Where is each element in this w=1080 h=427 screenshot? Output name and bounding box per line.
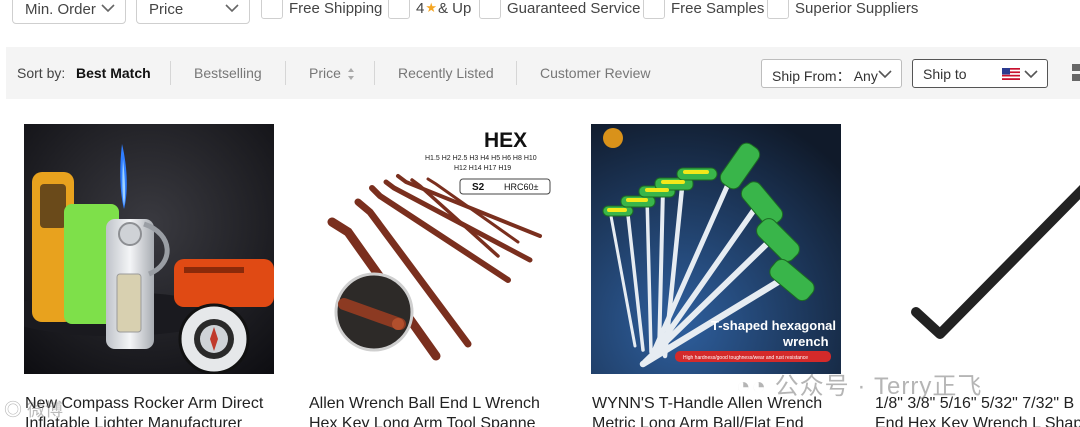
brand-logo-icon: [603, 128, 623, 148]
product-card[interactable]: New Compass Rocker Arm Direct Inflatable…: [24, 124, 274, 427]
image-badge-s2: S2: [472, 182, 485, 193]
product-image[interactable]: [24, 124, 274, 374]
chevron-down-icon: [878, 70, 892, 79]
image-caption-line2: wrench: [782, 334, 829, 349]
image-sizes-line2: H12 H14 H17 H19: [454, 165, 511, 172]
sort-by-label: Sort by:: [17, 65, 66, 81]
weibo-icon: ◎: [4, 400, 22, 420]
free-samples-filter[interactable]: Free Samples: [643, 0, 764, 24]
sort-customer-review[interactable]: Customer Review: [540, 65, 650, 81]
weibo-watermark-text: 微博: [27, 400, 64, 420]
free-shipping-label: Free Shipping: [289, 0, 383, 17]
product-card[interactable]: 1/8" 3/8" 5/16" 5/32" 7/32" B End Hex Ke…: [874, 124, 1080, 427]
chevron-down-icon: [225, 4, 239, 13]
product-title[interactable]: Allen Wrench Ball End L Wrench Hex Key L…: [309, 394, 579, 427]
ship-from-select[interactable]: Ship From： Any: [761, 59, 902, 88]
min-order-label: Min. Order: [25, 1, 96, 18]
guaranteed-service-label: Guaranteed Service: [507, 0, 641, 17]
product-title-line1: New Compass Rocker Arm Direct: [25, 395, 264, 412]
image-hex-text: HEX: [484, 129, 527, 152]
product-title[interactable]: New Compass Rocker Arm Direct Inflatable…: [25, 394, 295, 427]
watermark-text: 公众号 · Terry正飞: [774, 373, 983, 400]
product-title-line2: Inflatable Lighter Manufacturer: [25, 415, 243, 427]
sort-bar: Sort by: Best Match Bestselling Price Re…: [6, 47, 1080, 99]
grid-view-icon[interactable]: [1072, 64, 1080, 82]
sort-arrows-icon: [347, 68, 354, 81]
checkbox[interactable]: [479, 0, 501, 19]
watermark: ◔◔ 公众号 · Terry正飞: [736, 366, 982, 401]
filter-bar: Min. Order Price Free Shipping 4 ★ & Up Gu…: [0, 0, 1080, 24]
free-samples-label: Free Samples: [671, 0, 765, 17]
product-card[interactable]: T-shaped hexagonal wrench High hardness/…: [591, 124, 841, 427]
sort-recently-listed[interactable]: Recently Listed: [398, 65, 494, 81]
image-sizes-line1: H1.5 H2 H2.5 H3 H4 H5 H6 H8 H10: [425, 155, 537, 162]
rating-filter[interactable]: 4 ★ & Up: [388, 0, 471, 24]
rating-label-post: & Up: [438, 0, 472, 17]
sort-price[interactable]: Price: [309, 65, 355, 81]
price-dropdown[interactable]: Price: [136, 0, 250, 24]
superior-suppliers-filter[interactable]: Superior Suppliers: [767, 0, 918, 24]
divider: [285, 61, 286, 85]
ship-to-select[interactable]: Ship to: [912, 59, 1048, 88]
image-caption-sub: High hardness/good toughness/wear and ru…: [683, 355, 808, 361]
chevron-down-icon: [1024, 70, 1038, 79]
chevron-down-icon: [101, 4, 115, 13]
superior-suppliers-label: Superior Suppliers: [795, 0, 919, 17]
price-label: Price: [149, 1, 184, 18]
hex-wrench-image: HEX H1.5 H2 H2.5 H3 H4 H5 H6 H8 H10 H12 …: [308, 124, 558, 374]
product-title-line2: Metric Long Arm Ball/Flat End: [592, 415, 804, 427]
t-handle-wrench-image: T-shaped hexagonal wrench High hardness/…: [591, 124, 841, 374]
checkbox[interactable]: [261, 0, 283, 19]
ship-from-label: Ship From： Any: [772, 68, 878, 84]
product-card[interactable]: HEX H1.5 H2 H2.5 H3 H4 H5 H6 H8 H10 H12 …: [308, 124, 558, 427]
checkbox[interactable]: [388, 0, 410, 19]
rating-label-pre: 4: [416, 0, 425, 17]
divider: [516, 61, 517, 85]
product-title-line2: Hex Key Long Arm Tool Spanne: [309, 415, 536, 427]
guaranteed-service-filter[interactable]: Guaranteed Service: [479, 0, 640, 24]
wechat-icon: ◔◔: [736, 373, 767, 400]
weibo-watermark: ◎ 微博: [4, 396, 63, 422]
star-icon: ★: [425, 0, 437, 15]
sort-best-match[interactable]: Best Match: [76, 65, 151, 81]
product-image[interactable]: T-shaped hexagonal wrench High hardness/…: [591, 124, 841, 374]
image-caption-line1: T-shaped hexagonal: [711, 318, 836, 333]
product-title-line1: Allen Wrench Ball End L Wrench: [309, 395, 540, 412]
product-title-line2: End Hex Key Wrench L Shap: [875, 415, 1080, 427]
divider: [170, 61, 171, 85]
checkbox[interactable]: [643, 0, 665, 19]
image-badge-hrc: HRC60±: [504, 182, 539, 192]
sort-price-label: Price: [309, 65, 341, 81]
product-image[interactable]: [874, 124, 1080, 374]
divider: [374, 61, 375, 85]
lighter-image: [24, 124, 274, 374]
l-hex-key-image: [874, 124, 1080, 374]
checkbox[interactable]: [767, 0, 789, 19]
min-order-dropdown[interactable]: Min. Order: [12, 0, 126, 24]
us-flag-icon: [1002, 68, 1020, 80]
ship-to-label: Ship to: [923, 66, 967, 82]
free-shipping-filter[interactable]: Free Shipping: [261, 0, 382, 24]
sort-bestselling[interactable]: Bestselling: [194, 65, 262, 81]
product-image[interactable]: HEX H1.5 H2 H2.5 H3 H4 H5 H6 H8 H10 H12 …: [308, 124, 558, 374]
